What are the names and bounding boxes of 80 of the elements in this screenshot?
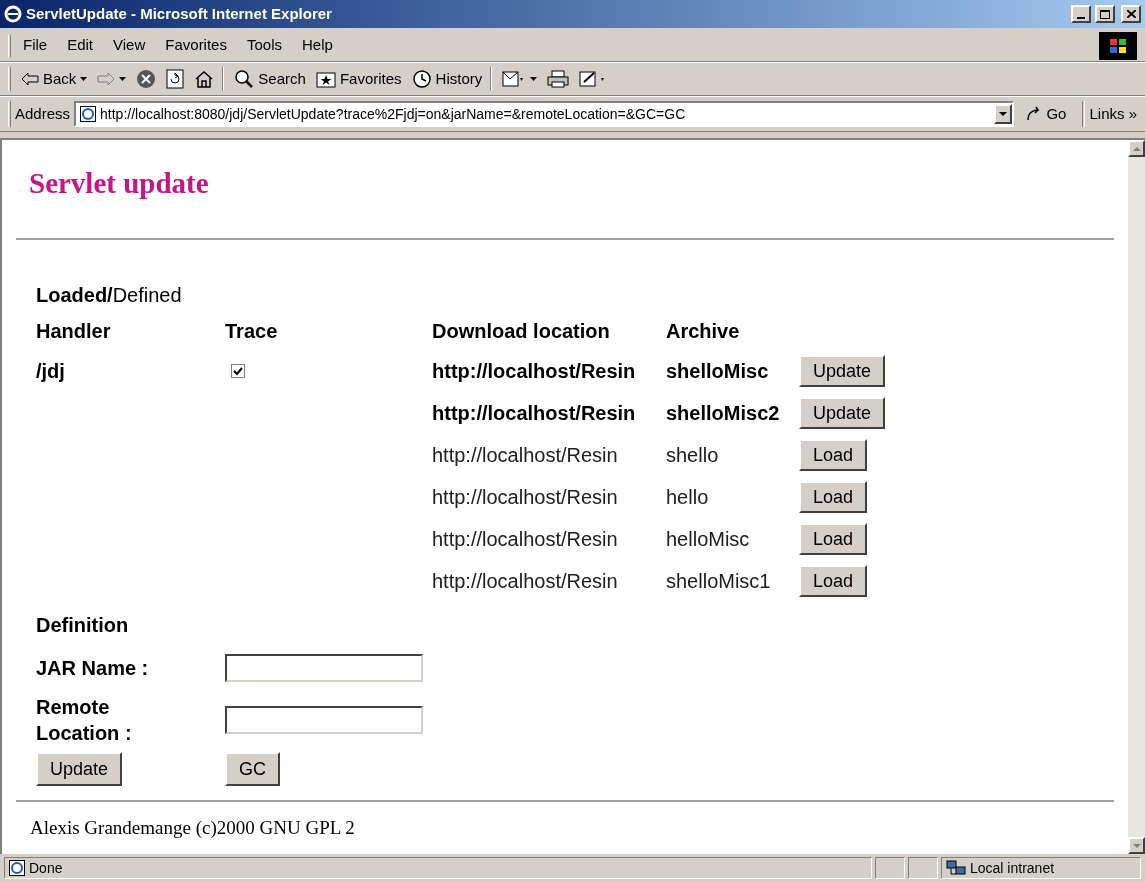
- menu-item[interactable]: View: [113, 34, 146, 57]
- close-button[interactable]: [1121, 5, 1141, 23]
- close-icon: [1126, 10, 1136, 18]
- column-header: Download location: [432, 319, 611, 344]
- page-heading: Servlet update: [29, 166, 210, 200]
- load-button[interactable]: Load: [799, 439, 868, 472]
- status-panel: [908, 857, 938, 879]
- vertical-scrollbar[interactable]: [1128, 140, 1145, 854]
- download-location: http://localhost/Resin: [432, 359, 637, 384]
- windows-logo-icon: [1099, 31, 1137, 60]
- archive-name: shelloMisc: [666, 359, 770, 384]
- column-header: Handler: [36, 319, 112, 344]
- definition-heading: Definition: [36, 613, 130, 638]
- download-location: http://localhost/Resin: [432, 443, 619, 468]
- handler-name: /jdj: [36, 359, 66, 384]
- update-button[interactable]: Update: [36, 752, 123, 786]
- toolbar-label[interactable]: Search: [258, 67, 306, 91]
- minimize-button[interactable]: [1071, 5, 1091, 23]
- status-panel: [875, 857, 905, 879]
- page-icon: [80, 106, 97, 122]
- links-label[interactable]: Links »: [1089, 102, 1137, 126]
- gc-button[interactable]: GC: [225, 752, 280, 786]
- caret-icon[interactable]: [530, 77, 538, 81]
- column-header: Archive: [666, 319, 741, 344]
- history-clock-icon[interactable]: [411, 69, 432, 89]
- menu-item[interactable]: Tools: [246, 34, 282, 57]
- trace-checkbox[interactable]: [231, 364, 245, 378]
- status-text: Done: [29, 858, 63, 878]
- archive-name: helloMisc: [666, 527, 751, 552]
- star-folder-icon[interactable]: [315, 70, 336, 88]
- archive-name: shelloMisc1: [666, 569, 772, 594]
- download-location: http://localhost/Resin: [432, 401, 637, 426]
- archive-name: hello: [666, 485, 710, 510]
- menu-item[interactable]: Edit: [67, 34, 94, 57]
- text-field[interactable]: [225, 706, 423, 734]
- load-button[interactable]: Load: [799, 523, 868, 556]
- zone-text: Local intranet: [970, 858, 1055, 878]
- update-button[interactable]: Update: [799, 355, 886, 388]
- scroll-down-icon[interactable]: [1132, 843, 1141, 848]
- page-icon: [9, 860, 25, 876]
- maximize-button[interactable]: [1095, 5, 1115, 23]
- check-icon: [233, 366, 243, 376]
- dropdown-caret-icon[interactable]: [999, 112, 1008, 116]
- minimize-icon: [1077, 17, 1085, 19]
- maximize-icon: [1100, 9, 1110, 19]
- back-arrow-icon[interactable]: [21, 72, 39, 86]
- toolbar-label[interactable]: History: [435, 67, 483, 91]
- section-heading: Loaded/Defined: [36, 283, 183, 308]
- archive-name: shello: [666, 443, 720, 468]
- update-button[interactable]: Update: [799, 397, 886, 430]
- text-field[interactable]: [225, 654, 423, 682]
- toolbar-label[interactable]: Back: [43, 67, 77, 91]
- stop-icon[interactable]: [136, 69, 157, 89]
- menu-item[interactable]: Help: [302, 34, 333, 57]
- download-location: http://localhost/Resin: [432, 485, 619, 510]
- browser-logo-icon: [4, 5, 22, 23]
- load-button[interactable]: Load: [799, 481, 868, 514]
- field-label: JAR Name :: [36, 656, 150, 681]
- address-field[interactable]: http://localhost:8080/jdj/ServletUpdate?trace%2Fjdj=on&jarName=&remoteLocation=&GC=GC: [74, 101, 1015, 127]
- archive-name: shelloMisc2: [666, 401, 781, 426]
- menu-item[interactable]: Favorites: [165, 34, 227, 57]
- go-label[interactable]: Go: [1046, 102, 1067, 126]
- toolbar-label[interactable]: Favorites: [339, 67, 402, 91]
- download-location: http://localhost/Resin: [432, 569, 619, 594]
- field-label: Remote Location :: [36, 695, 133, 746]
- caret-icon[interactable]: [80, 77, 88, 81]
- window-title: ServletUpdate - Microsoft Internet Explorer: [26, 3, 332, 24]
- footer-text: Alexis Grandemange (c)2000 GNU GPL 2: [30, 817, 355, 838]
- column-header: Trace: [225, 319, 279, 344]
- search-icon[interactable]: [234, 69, 255, 89]
- printer-icon[interactable]: [547, 70, 570, 88]
- network-icon: [946, 860, 966, 876]
- scroll-up-icon[interactable]: [1132, 146, 1141, 151]
- load-button[interactable]: Load: [799, 565, 868, 598]
- refresh-icon[interactable]: [166, 69, 185, 89]
- address-label: Address: [15, 103, 71, 124]
- home-icon[interactable]: [194, 70, 215, 88]
- caret-icon[interactable]: [119, 77, 127, 81]
- menu-item[interactable]: File: [23, 34, 48, 57]
- download-location: http://localhost/Resin: [432, 527, 619, 552]
